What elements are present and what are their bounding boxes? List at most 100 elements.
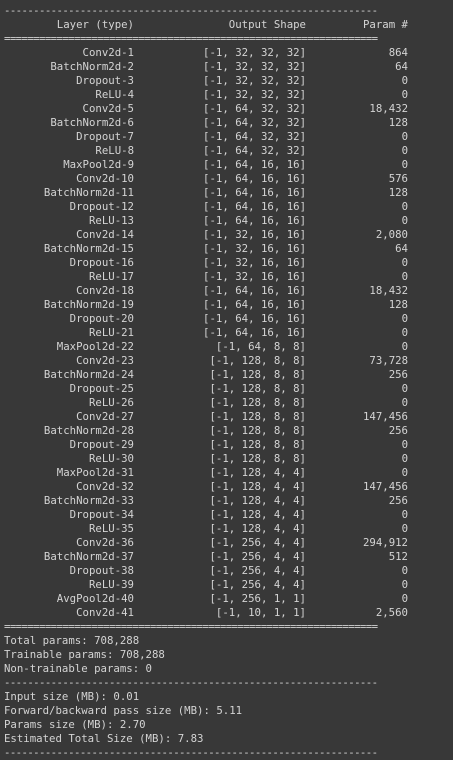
output-shape-cell: [-1, 64, 16, 16] bbox=[203, 186, 306, 199]
param-count-cell: 0 bbox=[401, 214, 408, 227]
forward-backward-size: Forward/backward pass size (MB): 5.11 bbox=[4, 704, 243, 717]
layer-name-cell: Dropout-38 bbox=[69, 564, 134, 577]
table-row: BatchNorm2d-24 [-1, 128, 8, 8] 256 bbox=[4, 368, 414, 382]
output-shape-cell: [-1, 64, 16, 16] bbox=[203, 200, 306, 213]
param-count-cell: 512 bbox=[388, 550, 408, 563]
separator-bottom: ----------------------------------------… bbox=[4, 746, 378, 759]
table-row: ReLU-13 [-1, 64, 16, 16] 0 bbox=[4, 214, 414, 228]
layer-name-cell: Conv2d-5 bbox=[82, 102, 134, 115]
layer-table-body: Conv2d-1 [-1, 32, 32, 32] 864 BatchNorm2d-2… bbox=[4, 46, 453, 620]
param-count-cell: 0 bbox=[401, 466, 408, 479]
output-shape-cell: [-1, 64, 8, 8] bbox=[215, 340, 306, 353]
table-row: Conv2d-32 [-1, 128, 4, 4] 147,456 bbox=[4, 480, 414, 494]
output-shape-cell: [-1, 256, 4, 4] bbox=[209, 578, 306, 591]
param-count-cell: 0 bbox=[401, 130, 408, 143]
table-row: Conv2d-18 [-1, 64, 16, 16] 18,432 bbox=[4, 284, 414, 298]
output-shape-cell: [-1, 32, 16, 16] bbox=[203, 270, 306, 283]
model-summary-output: ----------------------------------------… bbox=[0, 0, 453, 760]
layer-name-cell: ReLU-26 bbox=[88, 396, 134, 409]
param-count-cell: 0 bbox=[401, 396, 408, 409]
layer-name-cell: Conv2d-27 bbox=[76, 410, 134, 423]
table-row: Dropout-12 [-1, 64, 16, 16] 0 bbox=[4, 200, 414, 214]
output-shape-cell: [-1, 32, 32, 32] bbox=[203, 46, 306, 59]
table-row: ReLU-30 [-1, 128, 8, 8] 0 bbox=[4, 452, 414, 466]
table-row: ReLU-21 [-1, 64, 16, 16] 0 bbox=[4, 326, 414, 340]
layer-name-cell: ReLU-8 bbox=[95, 144, 134, 157]
layer-name-cell: BatchNorm2d-11 bbox=[43, 186, 134, 199]
param-count-cell: 0 bbox=[401, 382, 408, 395]
layer-name-cell: ReLU-30 bbox=[88, 452, 134, 465]
table-row: Conv2d-41 [-1, 10, 1, 1] 2,560 bbox=[4, 606, 414, 620]
param-count-cell: 0 bbox=[401, 270, 408, 283]
param-count-cell: 0 bbox=[401, 326, 408, 339]
layer-name-cell: BatchNorm2d-37 bbox=[43, 550, 134, 563]
table-row: Dropout-20 [-1, 64, 16, 16] 0 bbox=[4, 312, 414, 326]
table-row: BatchNorm2d-11 [-1, 64, 16, 16] 128 bbox=[4, 186, 414, 200]
layer-name-cell: ReLU-39 bbox=[88, 578, 134, 591]
table-row: MaxPool2d-22 [-1, 64, 8, 8] 0 bbox=[4, 340, 414, 354]
layer-name-cell: Conv2d-18 bbox=[76, 284, 134, 297]
layer-name-cell: Conv2d-10 bbox=[76, 172, 134, 185]
output-shape-cell: [-1, 128, 8, 8] bbox=[209, 396, 306, 409]
layer-name-cell: Conv2d-36 bbox=[76, 536, 134, 549]
param-count-cell: 864 bbox=[388, 46, 408, 59]
table-row: Conv2d-5 [-1, 64, 32, 32] 18,432 bbox=[4, 102, 414, 116]
output-shape-cell: [-1, 32, 16, 16] bbox=[203, 242, 306, 255]
param-count-cell: 256 bbox=[388, 424, 408, 437]
estimated-total-size: Estimated Total Size (MB): 7.83 bbox=[4, 732, 204, 745]
layer-name-cell: Conv2d-1 bbox=[82, 46, 134, 59]
layer-name-cell: BatchNorm2d-28 bbox=[43, 424, 134, 437]
layer-name-cell: Conv2d-32 bbox=[76, 480, 134, 493]
output-shape-cell: [-1, 64, 16, 16] bbox=[203, 158, 306, 171]
param-count-cell: 256 bbox=[388, 368, 408, 381]
table-row: Dropout-38 [-1, 256, 4, 4] 0 bbox=[4, 564, 414, 578]
params-size: Params size (MB): 2.70 bbox=[4, 718, 146, 731]
output-shape-cell: [-1, 32, 16, 16] bbox=[203, 228, 306, 241]
output-shape-cell: [-1, 64, 32, 32] bbox=[203, 116, 306, 129]
param-count-cell: 0 bbox=[401, 312, 408, 325]
param-count-cell: 0 bbox=[401, 200, 408, 213]
table-row: ReLU-26 [-1, 128, 8, 8] 0 bbox=[4, 396, 414, 410]
param-count-cell: 0 bbox=[401, 158, 408, 171]
layer-name-cell: Conv2d-23 bbox=[76, 354, 134, 367]
table-row: BatchNorm2d-28 [-1, 128, 8, 8] 256 bbox=[4, 424, 414, 438]
param-count-cell: 147,456 bbox=[362, 480, 408, 493]
output-shape-cell: [-1, 128, 8, 8] bbox=[209, 368, 306, 381]
layer-name-cell: BatchNorm2d-24 bbox=[43, 368, 134, 381]
output-shape-cell: [-1, 32, 16, 16] bbox=[203, 256, 306, 269]
table-row: BatchNorm2d-15 [-1, 32, 16, 16] 64 bbox=[4, 242, 414, 256]
layer-name-cell: Dropout-20 bbox=[69, 312, 134, 325]
param-count-cell: 0 bbox=[401, 522, 408, 535]
output-shape-cell: [-1, 64, 16, 16] bbox=[203, 326, 306, 339]
param-count-cell: 18,432 bbox=[369, 284, 408, 297]
layer-name-cell: ReLU-13 bbox=[88, 214, 134, 227]
param-count-cell: 2,080 bbox=[375, 228, 408, 241]
table-row: BatchNorm2d-33 [-1, 128, 4, 4] 256 bbox=[4, 494, 414, 508]
layer-name-cell: BatchNorm2d-2 bbox=[50, 60, 134, 73]
separator-table-end: ========================================… bbox=[4, 620, 378, 633]
output-shape-cell: [-1, 128, 8, 8] bbox=[209, 410, 306, 423]
param-count-cell: 64 bbox=[395, 242, 408, 255]
table-row: MaxPool2d-31 [-1, 128, 4, 4] 0 bbox=[4, 466, 414, 480]
separator-header: ========================================… bbox=[4, 32, 378, 45]
table-row: Dropout-25 [-1, 128, 8, 8] 0 bbox=[4, 382, 414, 396]
output-shape-cell: [-1, 64, 16, 16] bbox=[203, 284, 306, 297]
param-count-cell: 128 bbox=[388, 186, 408, 199]
param-count-cell: 2,560 bbox=[375, 606, 408, 619]
total-params: Total params: 708,288 bbox=[4, 634, 140, 647]
layer-name-cell: ReLU-4 bbox=[95, 88, 134, 101]
output-shape-cell: [-1, 10, 1, 1] bbox=[215, 606, 306, 619]
header-layer: Layer (type) bbox=[56, 18, 134, 31]
layer-name-cell: ReLU-17 bbox=[88, 270, 134, 283]
param-count-cell: 0 bbox=[401, 578, 408, 591]
param-count-cell: 0 bbox=[401, 256, 408, 269]
param-count-cell: 73,728 bbox=[369, 354, 408, 367]
table-row: Dropout-3 [-1, 32, 32, 32] 0 bbox=[4, 74, 414, 88]
layer-name-cell: MaxPool2d-9 bbox=[63, 158, 134, 171]
trainable-params: Trainable params: 708,288 bbox=[4, 648, 165, 661]
param-count-cell: 18,432 bbox=[369, 102, 408, 115]
table-row: ReLU-39 [-1, 256, 4, 4] 0 bbox=[4, 578, 414, 592]
param-count-cell: 0 bbox=[401, 452, 408, 465]
table-row: Conv2d-14 [-1, 32, 16, 16] 2,080 bbox=[4, 228, 414, 242]
layer-name-cell: ReLU-21 bbox=[88, 326, 134, 339]
